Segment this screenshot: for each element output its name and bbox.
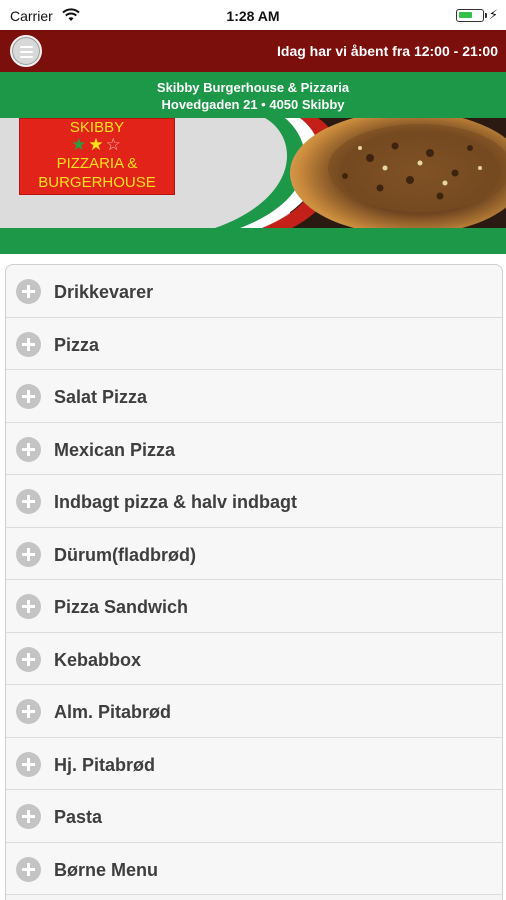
- menu-category-row[interactable]: Alm. Pitabrød: [6, 685, 502, 738]
- menu-category-label: Dürum(fladbrød): [54, 544, 196, 565]
- plus-circle-icon: [16, 541, 41, 567]
- hero-banner: SKIBBY ★★☆ PIZZARIA & BURGERHOUSE: [0, 118, 506, 254]
- menu-category-label: Salat Pizza: [54, 387, 148, 407]
- plus-circle-icon: [16, 279, 41, 304]
- plus-circle-icon: [16, 646, 41, 672]
- menu-category-row[interactable]: Kebabbox: [6, 632, 502, 685]
- plus-circle-icon: [16, 804, 41, 829]
- logo-line-3: BURGERHOUSE: [38, 174, 156, 191]
- charging-icon: ⚡: [488, 7, 498, 22]
- restaurant-info: Skibby Burgerhouse & Pizzaria Hovedgaden…: [0, 72, 506, 118]
- battery-icon: [456, 9, 484, 22]
- menu-category-row[interactable]: Dürum(fladbrød): [6, 527, 502, 580]
- menu-category-row[interactable]: Mexican Pizza: [6, 422, 502, 475]
- logo-stars: ★★☆: [20, 135, 174, 155]
- logo-line-2: PIZZARIA &: [56, 155, 138, 172]
- opening-hours: Idag har vi åbent fra 12:00 - 21:00: [277, 43, 498, 59]
- menu-category-row[interactable]: Indbagt pizza & halv indbagt: [6, 475, 502, 528]
- menu-category-row[interactable]: Børne Menu: [6, 842, 502, 895]
- star-icon: ★: [88, 135, 106, 154]
- star-outline-icon: ☆: [105, 135, 123, 154]
- logo-line-1: SKIBBY: [69, 119, 125, 136]
- menu-category-row[interactable]: Pizza Sandwich: [6, 580, 502, 633]
- menu-category-label: Mexican Pizza: [54, 439, 176, 460]
- status-bar: Carrier 1:28 AM ⚡: [0, 0, 506, 30]
- menu-category-label: Pizza: [54, 334, 100, 355]
- battery-tip: [485, 13, 487, 18]
- menu-category-label: Kebabbox: [54, 649, 142, 670]
- menu-category-list: Drikkevarer Pizza Salat Pizza Mexican Pizza…: [5, 264, 503, 900]
- star-icon: ★: [71, 135, 89, 154]
- menu-category-label: Alm. Pitabrød: [54, 702, 172, 722]
- restaurant-logo: SKIBBY ★★☆ PIZZARIA & BURGERHOUSE: [19, 118, 175, 195]
- clock: 1:28 AM: [226, 8, 280, 24]
- menu-category-row[interactable]: Pizza: [6, 317, 502, 370]
- plus-circle-icon: [16, 594, 41, 619]
- hamburger-menu-button[interactable]: [10, 35, 42, 67]
- menu-category-label: Pasta: [54, 807, 103, 827]
- plus-circle-icon: [16, 331, 41, 357]
- plus-circle-icon: [16, 699, 41, 724]
- menu-category-row[interactable]: Pasta: [6, 790, 502, 843]
- plus-circle-icon: [16, 436, 41, 462]
- plus-circle-icon: [16, 856, 41, 882]
- menu-category-label: Pizza Sandwich: [54, 597, 189, 617]
- menu-category-label: Hj. Pitabrød: [54, 754, 156, 775]
- menu-category-label: Børne Menu: [54, 859, 159, 880]
- menu-category-label: Indbagt pizza & halv indbagt: [54, 492, 297, 512]
- plus-circle-icon: [16, 751, 41, 777]
- menu-category-row[interactable]: Hj. Pitabrød: [6, 737, 502, 790]
- plus-circle-icon: [16, 384, 41, 409]
- restaurant-name: Skibby Burgerhouse & Pizzaria: [156, 80, 350, 95]
- menu-category-row[interactable]: Salat Pizza: [6, 370, 502, 423]
- menu-category-label: Drikkevarer: [54, 282, 154, 302]
- restaurant-address: Hovedgaden 21 • 4050 Skibby: [161, 97, 345, 112]
- top-bar: Idag har vi åbent fra 12:00 - 21:00: [0, 30, 506, 72]
- menu-category-row[interactable]: Drikkevarer: [6, 265, 502, 318]
- plus-circle-icon: [16, 489, 41, 514]
